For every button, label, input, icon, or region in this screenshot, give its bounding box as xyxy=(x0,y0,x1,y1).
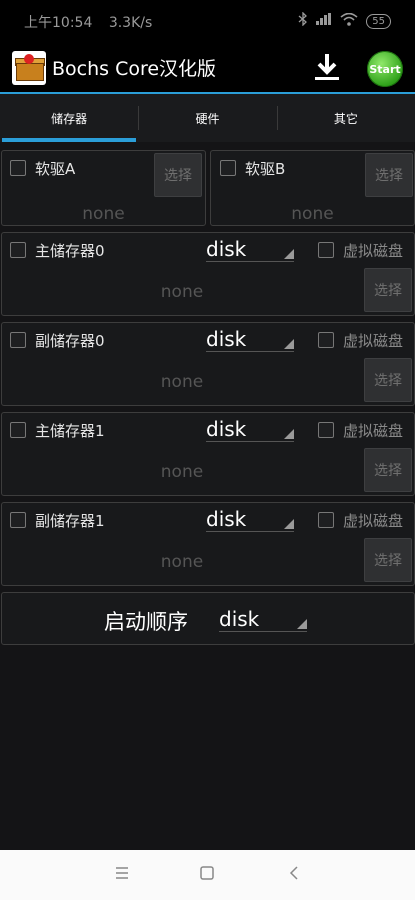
menu-icon[interactable] xyxy=(114,865,130,885)
drive-label: 主储存器1 xyxy=(35,422,105,440)
tab-storage[interactable]: 储存器 xyxy=(0,94,138,142)
app-bar: Bochs Core汉化版 Start xyxy=(0,42,415,94)
floppy-a-checkbox[interactable] xyxy=(10,160,26,176)
drive-label: 主储存器0 xyxy=(35,242,105,260)
back-icon[interactable] xyxy=(287,865,303,885)
floppy-b-label: 软驱B xyxy=(245,160,286,178)
drive-type-value: disk xyxy=(206,507,247,531)
drive-type-select[interactable]: disk xyxy=(206,417,294,442)
drive-type-value: disk xyxy=(206,327,247,351)
signal-icon xyxy=(316,13,332,29)
status-time: 上午10:54 xyxy=(24,15,93,31)
boot-order-label: 启动顺序 xyxy=(104,610,188,634)
drive-select-button[interactable]: 选择 xyxy=(364,448,412,492)
drive-value: none xyxy=(160,372,204,392)
tab-other[interactable]: 其它 xyxy=(276,94,415,142)
virtual-disk-label: 虚拟磁盘 xyxy=(343,332,404,350)
virtual-disk-checkbox[interactable] xyxy=(318,242,334,258)
virtual-disk-checkbox[interactable] xyxy=(318,422,334,438)
tab-hardware[interactable]: 硬件 xyxy=(138,94,276,142)
drive-value: none xyxy=(160,282,204,302)
tab-bar: 储存器 硬件 其它 xyxy=(0,94,415,142)
virtual-disk-checkbox[interactable] xyxy=(318,332,334,348)
home-icon[interactable] xyxy=(199,865,215,885)
battery-icon: 55 xyxy=(366,13,391,29)
drive-panel-primary-1: 主储存器1 disk 虚拟磁盘 none 选择 xyxy=(1,412,415,496)
virtual-disk-label: 虚拟磁盘 xyxy=(343,512,404,530)
drive-select-button[interactable]: 选择 xyxy=(364,358,412,402)
drive-label: 副储存器0 xyxy=(35,332,105,350)
drive-select-button[interactable]: 选择 xyxy=(364,268,412,312)
virtual-disk-checkbox[interactable] xyxy=(318,512,334,528)
floppy-a-select-button[interactable]: 选择 xyxy=(154,153,202,197)
download-icon[interactable] xyxy=(310,50,344,84)
floppy-b-value: none xyxy=(291,204,334,224)
app-logo-icon xyxy=(12,51,46,85)
bluetooth-icon xyxy=(298,11,308,30)
drive-label: 副储存器1 xyxy=(35,512,105,530)
dropdown-arrow-icon xyxy=(284,429,294,439)
drive-checkbox[interactable] xyxy=(10,512,26,528)
drive-value: none xyxy=(160,462,204,482)
drive-select-button[interactable]: 选择 xyxy=(364,538,412,582)
floppy-b-panel: 软驱B 选择 none xyxy=(210,150,415,226)
drive-type-select[interactable]: disk xyxy=(206,237,294,262)
drive-type-select[interactable]: disk xyxy=(206,507,294,532)
floppy-b-select-button[interactable]: 选择 xyxy=(365,153,413,197)
drive-value: none xyxy=(160,552,204,572)
floppy-a-panel: 软驱A 选择 none xyxy=(1,150,206,226)
boot-order-value: disk xyxy=(219,607,260,631)
drive-checkbox[interactable] xyxy=(10,332,26,348)
app-title: Bochs Core汉化版 xyxy=(52,58,217,80)
virtual-disk-label: 虚拟磁盘 xyxy=(343,422,404,440)
drive-type-value: disk xyxy=(206,417,247,441)
dropdown-arrow-icon xyxy=(284,339,294,349)
boot-order-select[interactable]: disk xyxy=(219,607,307,632)
drive-type-value: disk xyxy=(206,237,247,261)
drive-panel-primary-0: 主储存器0 disk 虚拟磁盘 none 选择 xyxy=(1,232,415,316)
dropdown-arrow-icon xyxy=(297,619,307,629)
dropdown-arrow-icon xyxy=(284,519,294,529)
drive-panel-secondary-0: 副储存器0 disk 虚拟磁盘 none 选择 xyxy=(1,322,415,406)
floppy-a-label: 软驱A xyxy=(35,160,76,178)
drive-checkbox[interactable] xyxy=(10,242,26,258)
wifi-icon xyxy=(340,12,358,30)
virtual-disk-label: 虚拟磁盘 xyxy=(343,242,404,260)
status-bar: 上午10:54 3.3K/s 55 xyxy=(0,0,415,42)
status-speed: 3.3K/s xyxy=(108,15,153,31)
drive-panel-secondary-1: 副储存器1 disk 虚拟磁盘 none 选择 xyxy=(1,502,415,586)
boot-order-panel: 启动顺序 disk xyxy=(1,592,415,645)
dropdown-arrow-icon xyxy=(284,249,294,259)
drive-type-select[interactable]: disk xyxy=(206,327,294,352)
start-button[interactable]: Start xyxy=(367,51,403,87)
floppy-a-value: none xyxy=(82,204,125,224)
floppy-b-checkbox[interactable] xyxy=(220,160,236,176)
system-nav-bar xyxy=(0,850,415,900)
drive-checkbox[interactable] xyxy=(10,422,26,438)
